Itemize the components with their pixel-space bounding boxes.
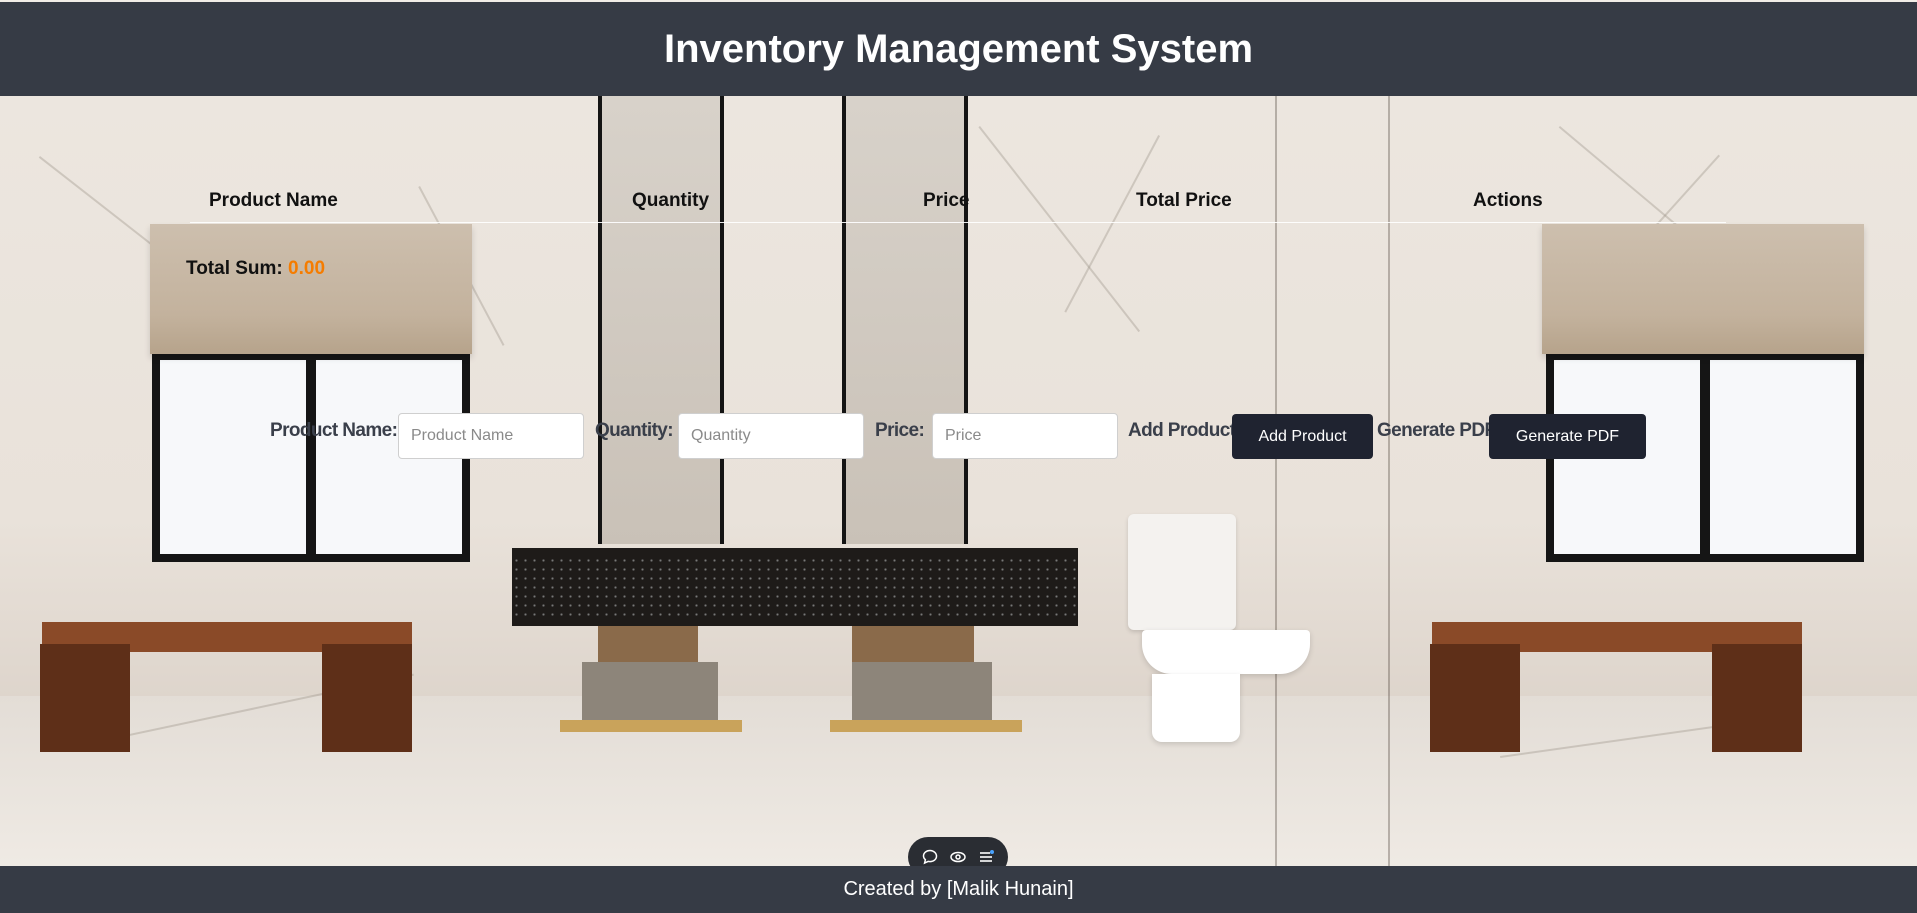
column-total-price: Total Price bbox=[1136, 190, 1232, 211]
quantity-input[interactable] bbox=[678, 413, 864, 459]
eye-icon[interactable] bbox=[948, 847, 968, 867]
add-product-button[interactable]: Add Product bbox=[1232, 414, 1373, 459]
column-quantity: Quantity bbox=[632, 190, 710, 211]
total-sum-value: 0.00 bbox=[288, 258, 326, 279]
chat-icon[interactable] bbox=[920, 847, 940, 867]
product-name-input[interactable] bbox=[398, 413, 584, 459]
total-sum: Total Sum: 0.00 bbox=[186, 258, 325, 280]
page-title: Inventory Management System bbox=[663, 26, 1254, 71]
generate-pdf-label: Generate PDF bbox=[1377, 420, 1496, 441]
product-name-label: Product Name: bbox=[270, 420, 398, 441]
page-header: Inventory Management System bbox=[0, 2, 1917, 96]
price-label: Price: bbox=[875, 420, 925, 441]
price-input[interactable] bbox=[932, 413, 1118, 459]
generate-pdf-button[interactable]: Generate PDF bbox=[1489, 414, 1646, 459]
column-price: Price bbox=[923, 190, 970, 211]
menu-icon[interactable] bbox=[976, 847, 996, 867]
quantity-label: Quantity: bbox=[595, 420, 674, 441]
total-sum-label: Total Sum: bbox=[186, 258, 283, 279]
column-product-name: Product Name bbox=[209, 190, 338, 211]
add-product-label: Add Product bbox=[1128, 420, 1236, 441]
footer-credit: Created by [Malik Hunain] bbox=[843, 878, 1074, 900]
page-footer: Created by [Malik Hunain] bbox=[0, 866, 1917, 913]
column-actions: Actions bbox=[1473, 190, 1543, 211]
inventory-table-header: Product Name Quantity Price Total Price … bbox=[190, 180, 1726, 223]
